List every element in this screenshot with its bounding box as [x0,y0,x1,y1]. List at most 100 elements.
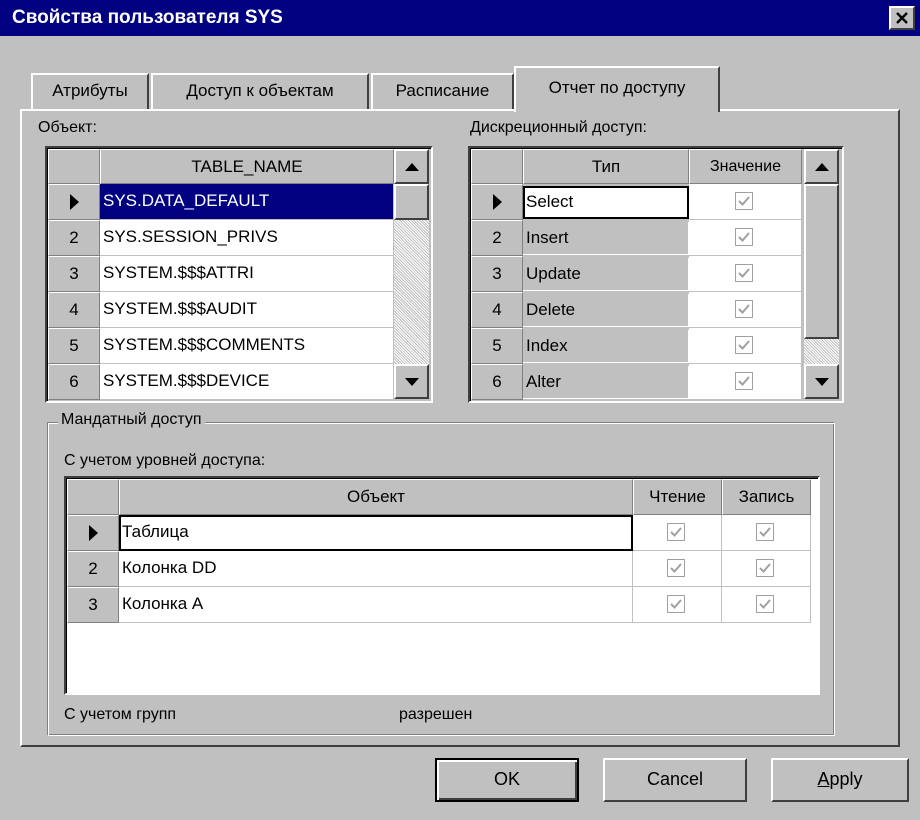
write-cell[interactable] [722,551,811,587]
scroll-up-button[interactable] [804,149,839,184]
row-pointer-icon [493,194,502,210]
row-indicator[interactable] [48,184,100,220]
table-name-cell[interactable]: SYSTEM.$$$AUDIT [100,292,394,328]
checkmark-icon [670,599,682,609]
row-indicator[interactable]: 2 [471,220,523,256]
scroll-thumb[interactable] [394,184,429,220]
write-checkbox[interactable] [756,559,774,577]
value-cell[interactable] [689,256,802,292]
close-icon [896,12,908,24]
table-name-header[interactable]: TABLE_NAME [100,149,394,184]
read-header[interactable]: Чтение [633,479,722,515]
table-name-cell[interactable]: SYSTEM.$$$COMMENTS [100,328,394,364]
table-name-cell[interactable]: SYSTEM.$$$ATTRI [100,256,394,292]
scroll-up-button[interactable] [394,149,429,184]
checkmark-icon [738,376,750,386]
type-cell[interactable]: Alter [523,366,689,399]
row-number: 6 [492,372,502,391]
tab-label: Атрибуты [52,81,128,100]
row-indicator[interactable]: 2 [48,220,100,256]
checkmark-icon [738,196,750,206]
object-cell[interactable]: Колонка DD [119,551,633,587]
value-cell[interactable] [689,184,802,220]
row-number: 2 [69,228,79,247]
row-indicator[interactable]: 3 [48,256,100,292]
scroll-up-icon [404,162,419,171]
value-checkbox[interactable] [735,372,753,390]
read-cell[interactable] [633,515,722,551]
object-cell[interactable]: Таблица [119,515,633,551]
ok-button[interactable]: OK [435,758,579,802]
tab-schedule[interactable]: Расписание [371,73,514,109]
row-indicator[interactable] [67,515,119,551]
row-indicator[interactable]: 6 [471,364,523,400]
row-indicator[interactable]: 6 [48,364,100,400]
write-cell[interactable] [722,587,811,623]
row-indicator[interactable]: 3 [67,587,119,623]
read-cell[interactable] [633,551,722,587]
discretionary-scrollbar[interactable] [804,149,839,399]
read-checkbox[interactable] [667,595,685,613]
value-checkbox[interactable] [735,264,753,282]
scroll-down-button[interactable] [394,364,429,399]
tab-access-report[interactable]: Отчет по доступу [514,66,720,112]
row-indicator[interactable]: 5 [471,328,523,364]
row-number: 4 [69,300,79,319]
row-number: 2 [88,559,98,578]
write-cell[interactable] [722,515,811,551]
type-cell[interactable]: Update [523,258,689,291]
type-header[interactable]: Тип [523,149,689,184]
checkmark-icon [738,232,750,242]
objects-label: Объект: [38,119,97,136]
read-cell[interactable] [633,587,722,623]
value-cell[interactable] [689,220,802,256]
row-indicator[interactable]: 5 [48,328,100,364]
row-number: 3 [69,264,79,283]
objects-grid[interactable]: TABLE_NAME SYS.DATA_DEFAULT 2 SYS.SESSION_… [45,146,433,403]
object-header[interactable]: Объект [119,479,633,515]
tab-attributes[interactable]: Атрибуты [31,73,149,109]
table-name-cell[interactable]: SYSTEM.$$$DEVICE [100,364,394,400]
window-title: Свойства пользователя SYS [12,7,283,28]
checkmark-icon [759,599,771,609]
row-indicator[interactable] [471,184,523,220]
value-checkbox[interactable] [735,336,753,354]
cancel-button[interactable]: Cancel [603,758,747,802]
groups-value: разрешен [399,706,473,723]
row-indicator[interactable]: 3 [471,256,523,292]
scroll-down-icon [814,377,829,386]
value-checkbox[interactable] [735,300,753,318]
object-cell[interactable]: Колонка A [119,587,633,623]
apply-mnemonic: A [817,769,830,789]
write-checkbox[interactable] [756,523,774,541]
row-indicator[interactable]: 4 [471,292,523,328]
read-checkbox[interactable] [667,559,685,577]
value-header[interactable]: Значение [689,149,802,184]
type-cell[interactable]: Select [523,186,689,219]
row-indicator[interactable]: 4 [48,292,100,328]
write-checkbox[interactable] [756,595,774,613]
read-checkbox[interactable] [667,523,685,541]
write-header[interactable]: Запись [722,479,811,515]
value-checkbox[interactable] [735,228,753,246]
row-indicator[interactable]: 2 [67,551,119,587]
type-cell[interactable]: Delete [523,294,689,327]
scroll-down-button[interactable] [804,364,839,399]
table-name-cell[interactable]: SYS.SESSION_PRIVS [100,220,394,256]
discretionary-grid[interactable]: Тип Значение Select 2 Insert 3 Update 4 Delete… [468,146,844,403]
scroll-thumb[interactable] [804,184,839,339]
value-cell[interactable] [689,364,802,400]
type-cell[interactable]: Index [523,330,689,363]
type-cell[interactable]: Insert [523,222,689,255]
tab-object-access[interactable]: Доступ к объектам [151,73,369,109]
close-button[interactable] [889,6,915,30]
value-cell[interactable] [689,292,802,328]
objects-scrollbar[interactable] [394,149,429,399]
title-bar[interactable]: Свойства пользователя SYS [0,0,920,36]
table-name-cell[interactable]: SYS.DATA_DEFAULT [100,184,394,220]
value-checkbox[interactable] [735,192,753,210]
mandatory-grid[interactable]: Объект Чтение Запись Таблица 2 Колонка DD 3… [64,476,820,695]
value-cell[interactable] [689,328,802,364]
apply-button[interactable]: Apply [771,758,909,802]
discretionary-label: Дискреционный доступ: [470,119,647,136]
